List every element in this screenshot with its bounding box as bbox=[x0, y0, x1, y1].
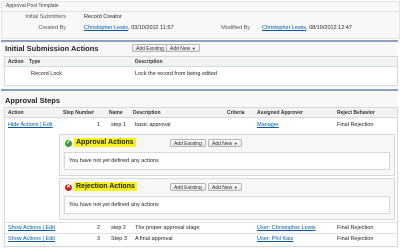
template-name: Approval Post Template bbox=[6, 3, 59, 9]
approval-actions-panel: ✓ Approval Actions Add Existing Add New … bbox=[59, 134, 395, 176]
modified-by-user-link[interactable]: Christopher Lewis bbox=[262, 25, 306, 31]
modified-by-date: , 08/10/2012 12:47 bbox=[306, 25, 352, 31]
step-description: basic approval bbox=[135, 122, 171, 128]
approval-add-existing-button[interactable]: Add Existing bbox=[170, 139, 206, 147]
table-row: Show Actions | Edit 3 Step 3 A final app… bbox=[5, 234, 397, 244]
table-row: Record Lock Lock the record from being e… bbox=[5, 69, 397, 78]
rejection-add-existing-button[interactable]: Add Existing bbox=[170, 183, 206, 191]
col-action: Action bbox=[8, 110, 24, 116]
initial-actions-title: Initial Submission Actions bbox=[5, 44, 99, 53]
step-description: The proper approval stage bbox=[135, 225, 200, 231]
add-new-label: Add New bbox=[212, 185, 233, 191]
triangle-down-icon: ▼ bbox=[233, 185, 238, 190]
step-name: step 1 bbox=[111, 122, 126, 128]
step-approver-link[interactable]: Manager bbox=[257, 122, 279, 128]
step-number: 2 bbox=[97, 225, 101, 231]
initial-submitters-value: Record Creator bbox=[84, 14, 122, 20]
col-description: Description bbox=[135, 59, 163, 65]
col-action: Action bbox=[8, 59, 24, 65]
triangle-down-icon: ▼ bbox=[233, 141, 238, 146]
approval-actions-empty-box: You have not yet defined any actions bbox=[64, 152, 390, 170]
created-by-label: Created By bbox=[38, 25, 66, 31]
rejection-actions-panel: ✕ Rejection Actions Add Existing Add New… bbox=[59, 178, 395, 220]
modified-by-label: Modified By bbox=[221, 25, 250, 31]
rejection-actions-empty-box: You have not yet defined any actions bbox=[64, 196, 390, 214]
col-step-number: Step Number bbox=[63, 110, 95, 116]
modified-by-value: Christopher Lewis, 08/10/2012 12:47 bbox=[262, 25, 352, 31]
col-name: Name bbox=[109, 110, 123, 116]
rejection-actions-empty-message: You have not yet defined any actions bbox=[69, 202, 159, 208]
initial-submitters-label: Initial Submitters bbox=[25, 14, 66, 20]
rejection-add-new-button[interactable]: Add New ▼ bbox=[208, 183, 242, 191]
col-description: Description bbox=[133, 110, 161, 116]
add-new-label: Add New bbox=[170, 46, 191, 52]
show-actions-edit-link[interactable]: Show Actions | Edit bbox=[8, 225, 55, 231]
x-circle-icon: ✕ bbox=[65, 184, 72, 191]
approval-steps-table: Action Step Number Name Description Crit… bbox=[4, 107, 398, 247]
table-header: Action Step Number Name Description Crit… bbox=[5, 108, 397, 118]
step-number: 1 bbox=[97, 122, 101, 128]
step-reject-behavior: Final Rejection bbox=[337, 236, 374, 242]
template-detail-panel bbox=[1, 1, 400, 39]
show-actions-edit-link[interactable]: Show Actions | Edit bbox=[8, 236, 55, 242]
triangle-down-icon: ▼ bbox=[191, 46, 196, 51]
approval-actions-empty-message: You have not yet defined any actions bbox=[69, 158, 159, 164]
approval-add-new-button[interactable]: Add New ▼ bbox=[208, 139, 242, 147]
step-reject-behavior: Final Rejection bbox=[337, 122, 374, 128]
row-description: Lock the record from being edited bbox=[135, 71, 217, 77]
created-by-value: Christopher Lewis, 03/10/2012 11:57 bbox=[84, 25, 174, 31]
initial-actions-table: Action Type Description Record Lock Lock… bbox=[4, 56, 398, 86]
divider bbox=[1, 11, 399, 12]
table-row: Hide Actions | Edit 1 step 1 basic appro… bbox=[5, 120, 397, 130]
check-circle-icon: ✓ bbox=[65, 140, 72, 147]
step-number: 3 bbox=[97, 236, 101, 242]
col-assigned-approver: Assigned Approver bbox=[257, 110, 303, 116]
step-reject-behavior: Final Rejection bbox=[337, 225, 374, 231]
table-header: Action Type Description bbox=[5, 57, 397, 67]
approval-actions-title: Approval Actions bbox=[74, 138, 136, 147]
add-new-label: Add New bbox=[212, 141, 233, 147]
step-name: step 2 bbox=[111, 225, 126, 231]
row-type: Record Lock bbox=[31, 71, 62, 77]
step-approver-link[interactable]: User: Phil Katz bbox=[257, 236, 293, 242]
table-row: Show Actions | Edit 2 step 2 The proper … bbox=[5, 223, 397, 233]
col-type: Type bbox=[29, 59, 41, 65]
hide-actions-edit-link[interactable]: Hide Actions | Edit bbox=[8, 122, 53, 128]
approval-steps-title: Approval Steps bbox=[5, 96, 61, 105]
col-criteria: Criteria bbox=[227, 110, 245, 116]
add-existing-button[interactable]: Add Existing bbox=[132, 44, 168, 52]
created-by-user-link[interactable]: Christopher Lewis bbox=[84, 25, 128, 31]
col-reject-behavior: Reject Behavior bbox=[337, 110, 375, 116]
created-by-date: , 03/10/2012 11:57 bbox=[128, 25, 174, 31]
step-description: A final approval bbox=[135, 236, 173, 242]
step-approver-link[interactable]: User: Christopher Lewis bbox=[257, 225, 316, 231]
rejection-actions-title: Rejection Actions bbox=[74, 182, 137, 191]
add-new-button[interactable]: Add New ▼ bbox=[166, 44, 200, 52]
step-name: Step 3 bbox=[111, 236, 127, 242]
